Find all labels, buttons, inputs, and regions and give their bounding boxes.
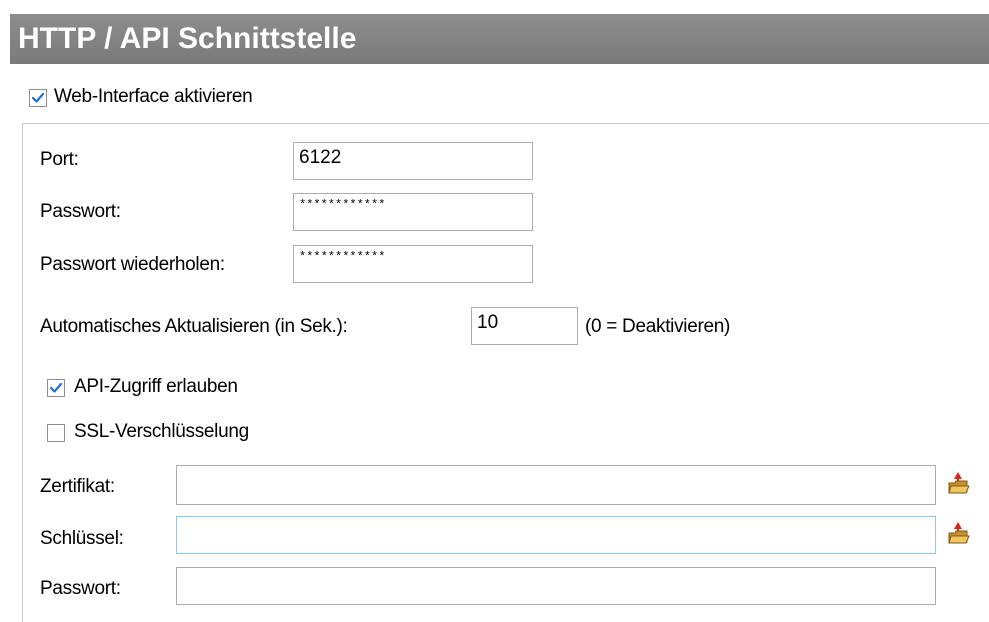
password-input[interactable]: ************: [293, 193, 533, 231]
port-label: Port:: [40, 149, 79, 170]
certificate-browse-icon[interactable]: [946, 470, 970, 496]
certificate-label: Zertifikat:: [40, 476, 115, 497]
api-access-label: API-Zugriff erlauben: [74, 376, 238, 397]
ssl-password-input[interactable]: [176, 567, 936, 605]
key-input[interactable]: [176, 516, 936, 554]
ssl-checkbox[interactable]: [47, 424, 65, 442]
port-input[interactable]: 6122: [293, 142, 533, 180]
web-interface-label: Web-Interface aktivieren: [54, 86, 253, 107]
key-browse-icon[interactable]: [946, 520, 970, 546]
web-interface-checkbox[interactable]: [29, 89, 47, 107]
api-access-checkbox[interactable]: [47, 379, 65, 397]
auto-refresh-hint: (0 = Deaktivieren): [585, 316, 731, 337]
password-label: Passwort:: [40, 201, 121, 222]
section-header: HTTP / API Schnittstelle: [10, 14, 989, 64]
section-title: HTTP / API Schnittstelle: [18, 22, 357, 55]
top-strip: [0, 0, 989, 14]
password-repeat-input[interactable]: ************: [293, 245, 533, 283]
ssl-label: SSL-Verschlüsselung: [74, 421, 249, 442]
password-repeat-label: Passwort wiederholen:: [40, 254, 225, 275]
certificate-input[interactable]: [176, 465, 936, 505]
key-label: Schlüssel:: [40, 528, 124, 549]
settings-page: HTTP / API Schnittstelle Web-Interface a…: [0, 0, 989, 622]
checkmark-icon: [49, 382, 63, 393]
checkmark-icon: [31, 92, 45, 103]
auto-refresh-label: Automatisches Aktualisieren (in Sek.):: [40, 316, 348, 337]
auto-refresh-input[interactable]: 10: [471, 307, 578, 345]
ssl-password-label: Passwort:: [40, 578, 121, 599]
